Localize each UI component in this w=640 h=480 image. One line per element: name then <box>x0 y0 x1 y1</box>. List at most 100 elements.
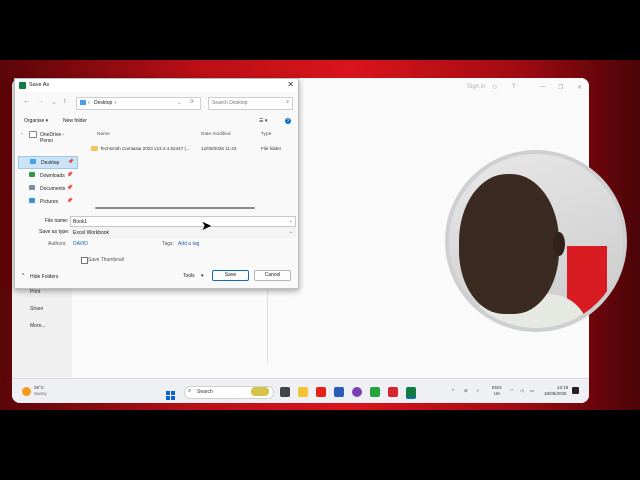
search-highlight-icon <box>251 387 269 396</box>
excel-taskbar-icon[interactable] <box>406 387 416 399</box>
webcam-overlay <box>449 154 623 328</box>
forward-icon[interactable]: → <box>37 98 44 105</box>
tags-input[interactable]: Add a tag <box>178 241 199 247</box>
backstage-share[interactable]: Share <box>30 306 43 312</box>
refresh-icon[interactable]: ⟳ <box>190 99 194 105</box>
column-header-date[interactable]: Date modified <box>201 132 231 137</box>
youtube-icon[interactable] <box>316 387 326 397</box>
camtasia-icon[interactable] <box>370 387 380 397</box>
tags-label: Tags: <box>162 241 174 247</box>
help-icon[interactable]: ? <box>512 84 515 90</box>
authors-value[interactable]: DAVID <box>73 241 88 247</box>
close-window-icon[interactable]: ✕ <box>577 84 582 91</box>
windows-start-icon[interactable] <box>166 387 175 400</box>
sign-in-link[interactable]: Sign in <box>467 84 485 90</box>
documents-icon <box>29 185 35 190</box>
desktop-folder-icon <box>30 159 36 164</box>
volume-icon[interactable]: ◁ <box>520 388 523 393</box>
app-red-icon[interactable] <box>388 387 398 397</box>
search-input[interactable]: Search Desktop ⌕ <box>208 97 293 110</box>
address-dropdown-icon[interactable]: ⌄ <box>177 100 181 106</box>
weather-sun-icon[interactable] <box>22 387 31 396</box>
sidebar-item-documents[interactable]: Documents 📌 <box>18 183 76 194</box>
tray-app-icon[interactable]: ⊘ <box>464 388 468 393</box>
chevron-up-icon[interactable]: ^ <box>22 273 24 279</box>
people-icon[interactable]: ⚇ <box>492 84 497 91</box>
webcam-person-head <box>459 174 559 314</box>
restore-icon[interactable]: ❐ <box>558 84 563 91</box>
search-icon: ⌕ <box>188 388 192 394</box>
tools-button[interactable]: Tools <box>183 273 195 279</box>
backstage-more[interactable]: More... <box>30 323 46 329</box>
recent-dropdown-icon[interactable]: ⌄ <box>51 98 57 106</box>
wifi-icon[interactable]: ◠ <box>510 388 514 393</box>
lang-top[interactable]: ENG <box>492 385 502 390</box>
battery-icon[interactable]: ▭ <box>530 388 534 393</box>
folder-icon <box>91 146 98 151</box>
breadcrumb-desktop[interactable]: Desktop <box>94 100 112 106</box>
taskbar-search-label: Search <box>197 389 213 395</box>
clock-time[interactable]: 13:19 <box>557 385 568 390</box>
view-options-button[interactable]: ☰ ▾ <box>259 118 267 124</box>
save-thumbnail-checkbox[interactable] <box>81 257 88 264</box>
mouse-cursor-icon: ➤ <box>201 218 212 233</box>
word-icon[interactable] <box>334 387 344 397</box>
webcam-person-ear <box>553 232 565 256</box>
pin-icon: 📌 <box>66 198 73 204</box>
pin-icon: 📌 <box>66 172 73 178</box>
weather-temp[interactable]: 26°C <box>34 385 44 390</box>
app-purple-icon[interactable] <box>352 387 362 397</box>
authors-label: Authors: <box>48 241 67 247</box>
task-view-icon[interactable] <box>280 387 290 397</box>
sidebar-item-label: Desktop <box>41 160 60 166</box>
file-name-label: File name: <box>45 218 69 224</box>
sidebar-item-desktop[interactable]: Desktop 📌 <box>18 156 78 169</box>
downloads-icon <box>29 172 35 177</box>
cancel-button[interactable]: Cancel <box>254 270 291 281</box>
horizontal-scrollbar[interactable] <box>95 207 255 209</box>
file-name-field[interactable]: Book1 ⌄ <box>70 216 296 227</box>
save-button[interactable]: Save <box>212 270 249 281</box>
organise-button[interactable]: Organise ▾ <box>24 118 48 124</box>
address-bar[interactable]: › Desktop › ⌄ ⟳ <box>76 97 201 110</box>
pin-icon: 📌 <box>67 159 74 165</box>
column-header-name[interactable]: Name <box>97 132 110 137</box>
hide-folders-button[interactable]: Hide Folders <box>30 274 58 280</box>
sidebar-item-label: Pictures <box>40 199 59 205</box>
notification-icon[interactable] <box>572 387 579 394</box>
save-as-type-select[interactable]: Excel Workbook ⌄ <box>70 227 296 238</box>
mic-icon[interactable]: ♁ <box>476 388 479 393</box>
pictures-icon <box>29 198 35 203</box>
lang-bottom[interactable]: UK <box>494 391 500 396</box>
sidebar-item-label: Downloads <box>40 173 65 179</box>
file-explorer-icon[interactable] <box>298 387 308 397</box>
weather-desc: Sunny <box>34 391 47 396</box>
dialog-title: Save As <box>29 82 50 88</box>
taskbar-search[interactable]: ⌕ Search <box>184 386 274 399</box>
dialog-navbar: ← → ⌄ ↑ › Desktop › ⌄ ⟳ Search Desktop ⌕ <box>15 92 298 114</box>
save-as-type-value: Excel Workbook <box>73 230 110 236</box>
expand-chevron-icon[interactable]: › <box>21 131 23 137</box>
new-folder-button[interactable]: New folder <box>63 118 87 124</box>
back-icon[interactable]: ← <box>23 98 30 105</box>
minimize-icon[interactable]: — <box>540 84 546 90</box>
up-icon[interactable]: ↑ <box>63 98 67 105</box>
tray-chevron-icon[interactable]: ^ <box>452 388 454 393</box>
chevron-down-icon[interactable]: ⌄ <box>289 218 293 224</box>
close-icon[interactable]: ✕ <box>287 80 294 89</box>
clock-date[interactable]: 18/09/2026 <box>544 391 567 396</box>
backstage-print[interactable]: Print <box>30 289 40 295</box>
tools-dropdown-icon[interactable]: ▾ <box>201 273 204 279</box>
sidebar-item-pictures[interactable]: Pictures 📌 <box>18 196 76 207</box>
excel-app-icon <box>19 82 26 89</box>
chevron-down-icon[interactable]: ⌄ <box>289 229 293 235</box>
desktop-location-icon <box>80 100 86 105</box>
help-icon[interactable]: ? <box>285 118 291 124</box>
taskbar: 26°C Sunny ⌕ Search ^ ⊘ ♁ ENG UK ◠ ◁ ▭ 1… <box>12 378 589 403</box>
dialog-titlebar: Save As ✕ <box>15 79 298 92</box>
breadcrumb-chevron-icon[interactable]: › <box>115 100 117 106</box>
sidebar-item-downloads[interactable]: Downloads 📌 <box>18 170 76 181</box>
column-header-type[interactable]: Type <box>261 132 271 137</box>
save-thumbnail-label: Save Thumbnail <box>88 257 125 263</box>
sidebar-item-onedrive[interactable]: › OneDrive - Perso <box>18 129 76 144</box>
